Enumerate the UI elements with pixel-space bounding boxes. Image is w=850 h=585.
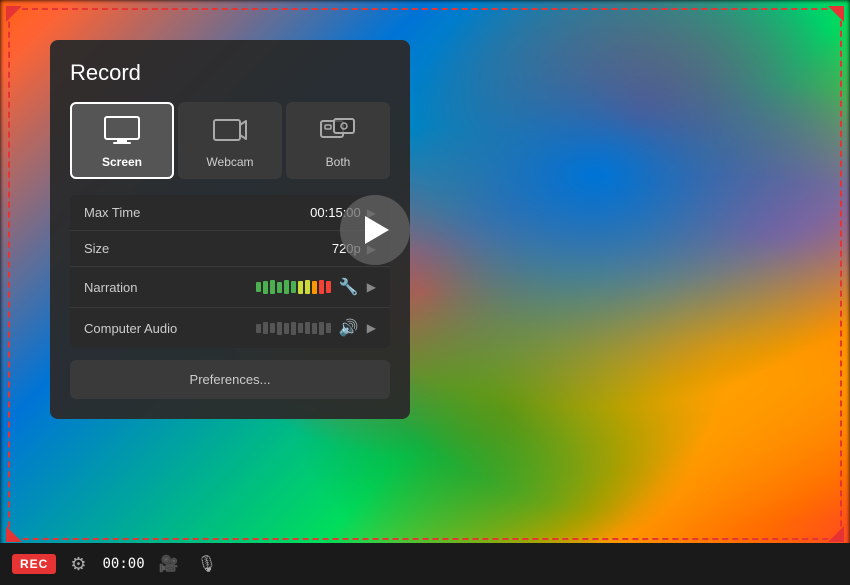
narration-chevron: ▶: [367, 280, 376, 294]
computer-audio-label: Computer Audio: [84, 321, 194, 336]
mic-bottom-button[interactable]: 🎙: [193, 550, 221, 578]
computer-audio-chevron: ▶: [367, 321, 376, 335]
narration-label: Narration: [84, 280, 194, 295]
settings-gear-button[interactable]: ⚙: [66, 550, 90, 579]
play-button[interactable]: [340, 195, 410, 265]
panel-title: Record: [70, 60, 390, 86]
screen-label: Screen: [102, 155, 142, 169]
narration-row[interactable]: Narration 🔧 ▶: [70, 267, 390, 308]
screen-icon: [104, 116, 140, 149]
camera-bottom-button[interactable]: 🎥: [155, 550, 183, 578]
webcam-label: Webcam: [206, 155, 253, 169]
preferences-button[interactable]: Preferences...: [70, 360, 390, 399]
rec-badge: REC: [12, 554, 56, 574]
timer-display: 00:00: [102, 556, 144, 572]
source-buttons: Screen Webcam Both: [70, 102, 390, 179]
play-triangle-icon: [365, 216, 389, 244]
webcam-icon: [212, 116, 248, 149]
both-icon: [320, 116, 356, 149]
speaker-icon: 🔊: [339, 318, 359, 338]
both-label: Both: [326, 155, 351, 169]
size-label: Size: [84, 241, 194, 256]
source-webcam-button[interactable]: Webcam: [178, 102, 282, 179]
max-time-label: Max Time: [84, 205, 194, 220]
mic-icon: 🔧: [339, 277, 359, 297]
computer-audio-row[interactable]: Computer Audio 🔊 ▶: [70, 308, 390, 348]
computer-audio-bars: [256, 322, 331, 335]
bottom-bar: REC ⚙ 00:00 🎥 🎙: [0, 543, 850, 585]
source-screen-button[interactable]: Screen: [70, 102, 174, 179]
source-both-button[interactable]: Both: [286, 102, 390, 179]
narration-bars: [256, 280, 331, 294]
